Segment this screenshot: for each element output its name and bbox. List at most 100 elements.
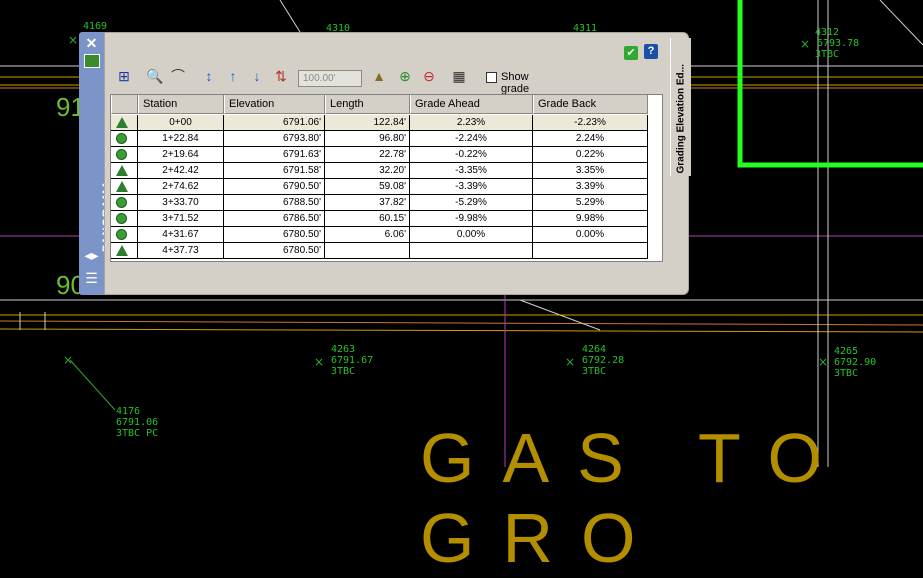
length-cell[interactable]: 96.80' xyxy=(325,131,410,147)
grade-back-cell[interactable]: 5.29% xyxy=(533,195,648,211)
column-header-grade-ahead[interactable]: Grade Ahead xyxy=(410,95,533,114)
svg-text:×: × xyxy=(63,353,73,367)
grade-back-cell[interactable] xyxy=(533,243,648,259)
column-header-length[interactable]: Length xyxy=(325,95,410,114)
grade-back-cell[interactable]: 3.39% xyxy=(533,179,648,195)
grade-ahead-cell[interactable]: -3.35% xyxy=(410,163,533,179)
elevation-profile-icon[interactable]: ⌒ xyxy=(169,67,187,85)
row-type-cell[interactable] xyxy=(111,163,138,179)
flatten-grade-icon[interactable]: ▲ xyxy=(370,67,388,85)
grade-back-cell[interactable]: -2.23% xyxy=(533,115,648,131)
delete-pi-icon[interactable]: ⊖ xyxy=(420,67,438,85)
properties-menu-icon[interactable]: ☰ xyxy=(83,270,100,287)
grade-ahead-cell[interactable]: -5.29% xyxy=(410,195,533,211)
station-cell[interactable]: 2+42.42 xyxy=(138,163,224,179)
show-grade-breaks-checkbox[interactable] xyxy=(486,72,497,83)
length-cell[interactable]: 122.84' xyxy=(325,115,410,131)
point-label-4265: 4265 6792.90 3TBC xyxy=(834,346,877,379)
raise-lower-icon[interactable]: ↕ xyxy=(200,67,218,85)
column-header-grade-back[interactable]: Grade Back xyxy=(533,95,648,114)
tab-grading-elevation-editor[interactable]: Grading Elevation Ed... xyxy=(670,38,691,176)
select-featureline-icon[interactable]: ⊞ xyxy=(115,67,133,85)
grade-ahead-cell[interactable]: 2.23% xyxy=(410,115,533,131)
elevation-point-circle-icon xyxy=(116,133,128,144)
elevation-cell[interactable]: 6791.58' xyxy=(224,163,325,179)
svg-text:×: × xyxy=(800,37,810,51)
elevation-table: Station Elevation Length Grade Ahead Gra… xyxy=(110,94,663,262)
grade-back-cell[interactable]: 0.00% xyxy=(533,227,648,243)
grade-ahead-cell[interactable]: -3.39% xyxy=(410,179,533,195)
row-type-cell[interactable] xyxy=(111,147,138,163)
elevation-cell[interactable]: 6780.50' xyxy=(224,227,325,243)
svg-text:×: × xyxy=(818,355,828,369)
svg-text:×: × xyxy=(565,355,575,369)
elevation-cell[interactable]: 6788.50' xyxy=(224,195,325,211)
grade-back-cell[interactable]: 3.35% xyxy=(533,163,648,179)
lower-icon[interactable]: ↓ xyxy=(248,67,266,85)
grade-ahead-cell[interactable]: 0.00% xyxy=(410,227,533,243)
elevation-cell[interactable]: 6780.50' xyxy=(224,243,325,259)
grade-back-cell[interactable]: 2.24% xyxy=(533,131,648,147)
elevation-point-circle-icon xyxy=(116,213,128,224)
palette-image-icon[interactable] xyxy=(84,54,100,68)
raise-lower-incremental-icon[interactable]: ⇅ xyxy=(272,67,290,85)
grade-back-cell[interactable]: 0.22% xyxy=(533,147,648,163)
station-cell[interactable]: 1+22.84 xyxy=(138,131,224,147)
column-header-station[interactable]: Station xyxy=(138,95,224,114)
station-cell[interactable]: 4+37.73 xyxy=(138,243,224,259)
point-label-4169: 4169 xyxy=(83,21,108,32)
station-cell[interactable]: 0+00 xyxy=(138,115,224,131)
point-label-4176: 4176 6791.06 3TBC PC xyxy=(116,406,159,439)
row-type-cell[interactable] xyxy=(111,227,138,243)
elevation-cell[interactable]: 6790.50' xyxy=(224,179,325,195)
gas-text-label: GAS TO GRO xyxy=(420,419,850,577)
grade-ahead-cell[interactable]: -2.24% xyxy=(410,131,533,147)
ok-check-icon[interactable]: ✔ xyxy=(624,46,638,60)
elevation-cell[interactable]: 6791.06' xyxy=(224,115,325,131)
grid-view-icon[interactable]: ▦ xyxy=(450,67,468,85)
row-type-cell[interactable] xyxy=(111,179,138,195)
grading-elevation-editor-palette: ✕ PANORAMA ◂▸ ☰ ✔ ? Grading Elevation Ed… xyxy=(79,32,691,295)
row-type-cell[interactable] xyxy=(111,211,138,227)
station-cell[interactable]: 2+74.62 xyxy=(138,179,224,195)
station-cell[interactable]: 3+33.70 xyxy=(138,195,224,211)
length-cell[interactable]: 6.06' xyxy=(325,227,410,243)
column-header-elevation[interactable]: Elevation xyxy=(224,95,325,114)
raise-icon[interactable]: ↑ xyxy=(224,67,242,85)
close-icon[interactable]: ✕ xyxy=(83,35,100,52)
palette-body: ✔ ? Grading Elevation Ed... ⊞ 🔍 ⌒ ↕ ↑ ↓ … xyxy=(104,32,691,295)
elevation-cell[interactable]: 6791.63' xyxy=(224,147,325,163)
elevation-cell[interactable]: 6793.80' xyxy=(224,131,325,147)
length-cell[interactable]: 22.78' xyxy=(325,147,410,163)
length-cell[interactable]: 37.82' xyxy=(325,195,410,211)
grade-ahead-cell[interactable]: -9.98% xyxy=(410,211,533,227)
point-label-4264: 4264 6792.28 3TBC xyxy=(582,344,625,377)
row-type-cell[interactable] xyxy=(111,115,138,131)
grade-break-triangle-icon xyxy=(116,165,128,176)
station-cell[interactable]: 3+71.52 xyxy=(138,211,224,227)
insert-pi-icon[interactable]: ⊕ xyxy=(396,67,414,85)
header-icon-col xyxy=(111,95,138,114)
point-label-4263: 4263 6791.67 3TBC xyxy=(331,344,374,377)
station-cell[interactable]: 4+31.67 xyxy=(138,227,224,243)
row-type-cell[interactable] xyxy=(111,243,138,259)
grade-back-cell[interactable]: 9.98% xyxy=(533,211,648,227)
length-cell[interactable]: 60.15' xyxy=(325,211,410,227)
elevation-point-circle-icon xyxy=(116,197,128,208)
station-cell[interactable]: 2+19.64 xyxy=(138,147,224,163)
increment-value-input[interactable]: 100.00' xyxy=(298,70,362,87)
palette-title-bar[interactable]: ✕ PANORAMA ◂▸ ☰ xyxy=(79,32,113,295)
auto-hide-icon[interactable]: ◂▸ xyxy=(83,247,100,264)
grade-break-triangle-icon xyxy=(116,181,128,192)
row-type-cell[interactable] xyxy=(111,195,138,211)
grade-ahead-cell[interactable] xyxy=(410,243,533,259)
length-cell[interactable] xyxy=(325,243,410,259)
grade-ahead-cell[interactable]: -0.22% xyxy=(410,147,533,163)
elevation-point-circle-icon xyxy=(116,149,128,160)
length-cell[interactable]: 59.08' xyxy=(325,179,410,195)
length-cell[interactable]: 32.20' xyxy=(325,163,410,179)
elevation-cell[interactable]: 6786.50' xyxy=(224,211,325,227)
help-icon[interactable]: ? xyxy=(644,44,658,59)
row-type-cell[interactable] xyxy=(111,131,138,147)
zoom-icon[interactable]: 🔍 xyxy=(146,67,164,85)
